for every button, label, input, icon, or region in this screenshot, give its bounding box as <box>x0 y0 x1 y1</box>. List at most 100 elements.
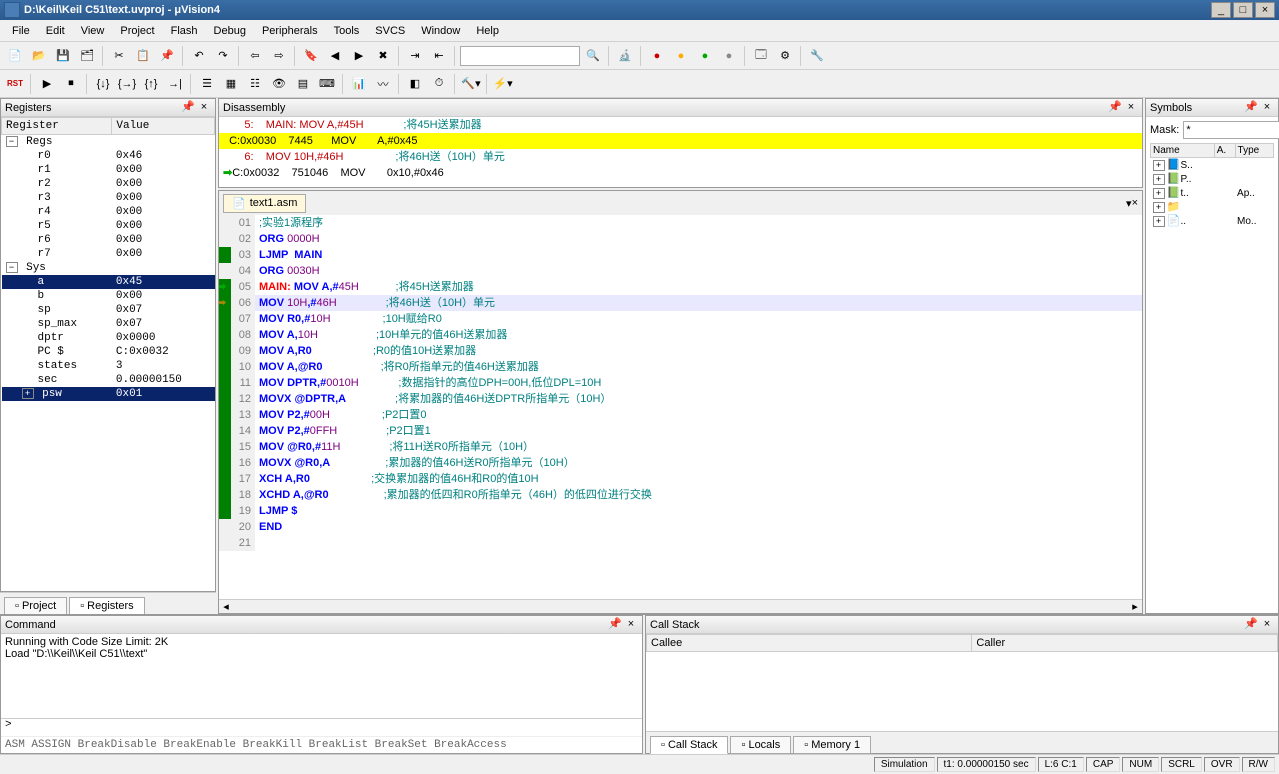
trace-button[interactable]: 〰 <box>372 73 394 95</box>
reg-header-name[interactable]: Register <box>2 118 112 135</box>
saveall-button[interactable]: 🗂 <box>76 45 98 67</box>
nav-fwd-button[interactable]: ⇨ <box>268 45 290 67</box>
menu-file[interactable]: File <box>4 23 38 39</box>
symbol-row[interactable]: +📗t..Ap.. <box>1151 186 1274 200</box>
open-button[interactable]: 📂 <box>28 45 50 67</box>
menu-window[interactable]: Window <box>413 23 468 39</box>
show-regs-button[interactable]: ▦ <box>220 73 242 95</box>
cs-header-caller[interactable]: Caller <box>972 635 1278 652</box>
bookmark-next-button[interactable]: ▶ <box>348 45 370 67</box>
reg-row[interactable]: r10x00 <box>2 163 215 177</box>
reg-group[interactable]: − Sys <box>2 261 215 275</box>
code-line[interactable]: 02ORG 0000H <box>219 231 1142 247</box>
tree-toggle-icon[interactable]: + <box>1153 174 1165 185</box>
step-out-button[interactable]: {↑} <box>140 73 162 95</box>
reg-row[interactable]: r50x00 <box>2 219 215 233</box>
show-watch-button[interactable]: 👁 <box>268 73 290 95</box>
new-button[interactable]: 📄 <box>4 45 26 67</box>
menu-debug[interactable]: Debug <box>206 23 254 39</box>
maximize-button[interactable]: □ <box>1233 2 1253 18</box>
close-panel-icon[interactable]: × <box>1124 101 1138 115</box>
minimize-button[interactable]: _ <box>1211 2 1231 18</box>
mask-input[interactable] <box>1183 121 1279 139</box>
callstack-table[interactable]: Callee Caller <box>646 634 1278 652</box>
debug-button[interactable]: 🔬 <box>614 45 636 67</box>
symbol-row[interactable]: +📁 <box>1151 200 1274 214</box>
scroll-right-icon[interactable]: ▸ <box>1128 600 1142 613</box>
code-line[interactable]: 12MOVX @DPTR,A ;将累加器的值46H送DPTR所指单元（10H） <box>219 391 1142 407</box>
reg-row[interactable]: dptr0x0000 <box>2 331 215 345</box>
bookmark-button[interactable]: 🔖 <box>300 45 322 67</box>
paste-button[interactable]: 📌 <box>156 45 178 67</box>
coverage-button[interactable]: ◧ <box>404 73 426 95</box>
reg-row[interactable]: sp_max0x07 <box>2 317 215 331</box>
reg-row[interactable]: sp0x07 <box>2 303 215 317</box>
analyzer-button[interactable]: 📊 <box>348 73 370 95</box>
nav-back-button[interactable]: ⇦ <box>244 45 266 67</box>
find-button[interactable]: 🔍 <box>582 45 604 67</box>
reg-group[interactable]: − Regs <box>2 135 215 150</box>
code-line[interactable]: 03LJMP MAIN <box>219 247 1142 263</box>
reg-row[interactable]: b0x00 <box>2 289 215 303</box>
tree-toggle-icon[interactable]: + <box>1153 216 1165 227</box>
editor-body[interactable]: 01;实验1源程序02ORG 0000H03LJMP MAIN04ORG 003… <box>219 215 1142 599</box>
tree-toggle-icon[interactable]: + <box>1153 202 1165 213</box>
menu-help[interactable]: Help <box>468 23 507 39</box>
symbol-row[interactable]: +📄..Mo.. <box>1151 214 1274 228</box>
scroll-left-icon[interactable]: ◂ <box>219 600 233 613</box>
tools-button[interactable]: 🔧 <box>806 45 828 67</box>
reg-row[interactable]: + psw0x01 <box>2 387 215 401</box>
pin-icon[interactable]: 📌 <box>181 101 195 115</box>
code-line[interactable]: 01;实验1源程序 <box>219 215 1142 231</box>
show-callstack-button[interactable]: ☷ <box>244 73 266 95</box>
reg-row[interactable]: a0x45 <box>2 275 215 289</box>
tab-registers[interactable]: ▫ Registers <box>69 597 144 614</box>
undo-button[interactable]: ↶ <box>188 45 210 67</box>
code-line[interactable]: 08MOV A,10H ;10H单元的值46H送累加器 <box>219 327 1142 343</box>
code-line[interactable]: 19LJMP $ <box>219 503 1142 519</box>
editor-tab[interactable]: 📄 text1.asm <box>223 194 306 213</box>
sym-header-name[interactable]: Name <box>1151 144 1215 158</box>
code-line[interactable]: 10MOV A,@R0 ;将R0所指单元的值46H送累加器 <box>219 359 1142 375</box>
reg-row[interactable]: r60x00 <box>2 233 215 247</box>
code-line[interactable]: 13MOV P2,#00H ;P2口置0 <box>219 407 1142 423</box>
window-button[interactable]: 🗔 <box>750 45 772 67</box>
menu-peripherals[interactable]: Peripherals <box>254 23 326 39</box>
code-line[interactable]: 18XCHD A,@R0 ;累加器的低四和R0所指单元（46H）的低四位进行交换 <box>219 487 1142 503</box>
pin-icon[interactable]: 📌 <box>1108 101 1122 115</box>
step-into-button[interactable]: {↓} <box>92 73 114 95</box>
close-button[interactable]: × <box>1255 2 1275 18</box>
menu-edit[interactable]: Edit <box>38 23 73 39</box>
pin-icon[interactable]: 📌 <box>1244 618 1258 632</box>
copy-button[interactable]: 📋 <box>132 45 154 67</box>
code-line[interactable]: ➡06MOV 10H,#46H ;将46H送（10H）单元 <box>219 295 1142 311</box>
find-input[interactable] <box>460 46 580 66</box>
reg-row[interactable]: r70x00 <box>2 247 215 261</box>
sym-header-type[interactable]: Type <box>1235 144 1273 158</box>
reg-row[interactable]: r00x46 <box>2 149 215 163</box>
reg-row[interactable]: PC $C:0x0032 <box>2 345 215 359</box>
disassembly-body[interactable]: 5: MAIN: MOV A,#45H ;将45H送累加器 C:0x0030 7… <box>219 117 1142 187</box>
breakpoint-kill-button[interactable]: ● <box>718 45 740 67</box>
symbols-table[interactable]: Name A. Type +📘S..+📗P..+📗t..Ap..+📁+📄..Mo… <box>1150 143 1274 228</box>
reg-row[interactable]: r30x00 <box>2 191 215 205</box>
code-line[interactable]: 04ORG 0030H <box>219 263 1142 279</box>
symbol-row[interactable]: +📗P.. <box>1151 172 1274 186</box>
sym-header-addr[interactable]: A. <box>1214 144 1235 158</box>
outdent-button[interactable]: ⇤ <box>428 45 450 67</box>
code-line[interactable]: 15MOV @R0,#11H ;将11H送R0所指单元（10H） <box>219 439 1142 455</box>
reg-row[interactable]: sec0.00000150 <box>2 373 215 387</box>
pin-icon[interactable]: 📌 <box>1244 101 1258 115</box>
reg-row[interactable]: r20x00 <box>2 177 215 191</box>
run-to-cursor-button[interactable]: →| <box>164 73 186 95</box>
step-over-button[interactable]: {→} <box>116 73 138 95</box>
disasm-line[interactable]: 6: MOV 10H,#46H ;将46H送（10H）单元 <box>219 149 1142 165</box>
reg-header-value[interactable]: Value <box>112 118 215 135</box>
run-button[interactable]: ▶ <box>36 73 58 95</box>
reset-button[interactable]: RST <box>4 73 26 95</box>
close-panel-icon[interactable]: × <box>197 101 211 115</box>
menu-svcs[interactable]: SVCS <box>367 23 413 39</box>
tab-call-stack[interactable]: ▫ Call Stack <box>650 736 728 754</box>
close-tab-icon[interactable]: × <box>1132 197 1138 209</box>
tree-toggle-icon[interactable]: − <box>6 262 18 273</box>
